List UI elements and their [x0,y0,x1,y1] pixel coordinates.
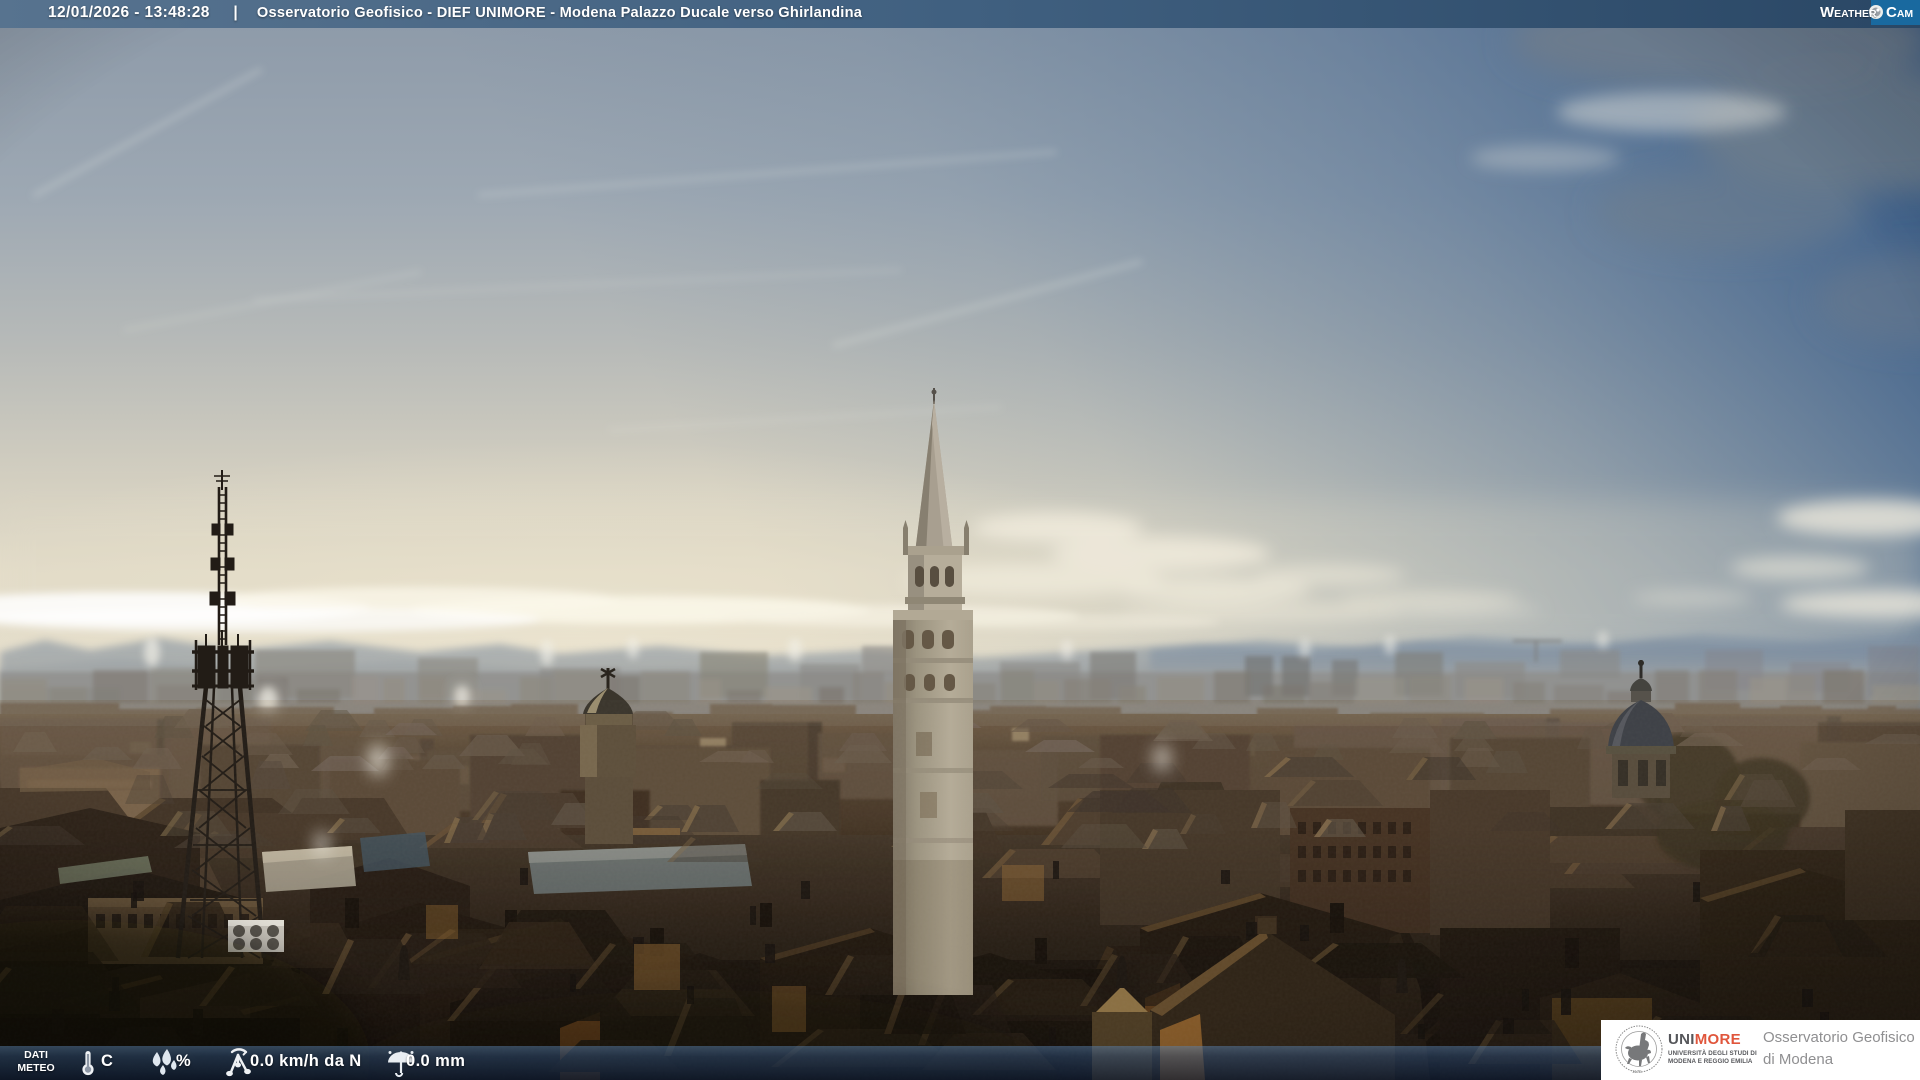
svg-text:1175: 1175 [1632,1069,1642,1074]
